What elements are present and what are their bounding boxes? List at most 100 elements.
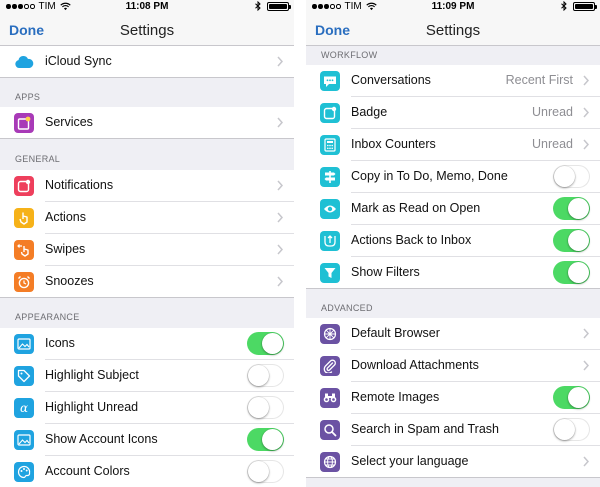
settings-screen-left: TIM 11:08 PM Done Settings iCloud Sync A… — [0, 0, 294, 487]
status-time: 11:08 PM — [125, 1, 169, 12]
return-arrow-icon — [320, 231, 340, 251]
row-value: Recent First — [505, 73, 573, 87]
alarm-clock-icon — [14, 272, 34, 292]
section-header-workflow: WORKFLOW — [321, 50, 378, 60]
copy-in-todo-toggle[interactable] — [553, 165, 590, 188]
chevron-right-icon — [583, 360, 589, 371]
notification-icon — [14, 176, 34, 196]
chevron-right-icon — [277, 276, 283, 287]
row-label: Select your language — [351, 454, 469, 468]
calculator-icon — [320, 135, 340, 155]
row-label: Highlight Unread — [45, 400, 139, 414]
row-label: Swipes — [45, 242, 86, 256]
magnifier-icon — [320, 420, 340, 440]
row-value: Unread — [532, 105, 573, 119]
conversations-row[interactable]: Conversations Recent First — [306, 65, 600, 97]
bluetooth-icon — [561, 1, 567, 11]
snoozes-row[interactable]: Snoozes — [0, 266, 294, 298]
select-language-row[interactable]: Select your language — [306, 446, 600, 478]
status-time: 11:09 PM — [431, 1, 475, 12]
settings-list: iCloud Sync APPS Services GENERAL Notifi… — [0, 46, 294, 487]
row-label: Snoozes — [45, 274, 94, 288]
chevron-right-icon — [277, 117, 283, 128]
actions-back-to-inbox-toggle[interactable] — [553, 229, 590, 252]
mark-as-read-toggle[interactable] — [553, 197, 590, 220]
image-icon — [14, 430, 34, 450]
account-colors-row: Account Colors — [0, 456, 294, 487]
badge-row[interactable]: Badge Unread — [306, 97, 600, 129]
image-icon — [14, 334, 34, 354]
row-label: Notifications — [45, 178, 114, 192]
services-row[interactable]: Services — [0, 107, 294, 139]
chevron-right-icon — [277, 212, 283, 223]
status-bar: TIM 11:09 PM — [306, 0, 600, 14]
search-spam-trash-toggle[interactable] — [553, 418, 590, 441]
section-header-general: GENERAL — [15, 154, 61, 164]
notifications-row[interactable]: Notifications — [0, 170, 294, 202]
show-account-icons-toggle[interactable] — [247, 428, 284, 451]
download-attachments-row[interactable]: Download Attachments — [306, 350, 600, 382]
icons-row: Icons — [0, 328, 294, 360]
account-colors-toggle[interactable] — [247, 460, 284, 483]
row-label: Remote Images — [351, 390, 440, 404]
paperclip-icon — [320, 356, 340, 376]
row-label: Search in Spam and Trash — [351, 422, 499, 436]
actions-row[interactable]: Actions — [0, 202, 294, 234]
show-filters-row: Show Filters — [306, 257, 600, 289]
globe-icon — [320, 452, 340, 472]
search-spam-trash-row: Search in Spam and Trash — [306, 414, 600, 446]
row-value: Unread — [532, 137, 573, 151]
settings-list: WORKFLOW Conversations Recent First Badg… — [306, 46, 600, 487]
section-header-apps: APPS — [15, 92, 41, 102]
navigation-bar: Done Settings — [0, 14, 294, 46]
binoculars-icon — [320, 388, 340, 408]
remote-images-row: Remote Images — [306, 382, 600, 414]
row-label: Services — [45, 115, 93, 129]
icloud-sync-row[interactable]: iCloud Sync — [0, 46, 294, 78]
row-label: Actions — [45, 210, 86, 224]
compass-icon — [320, 324, 340, 344]
show-account-icons-row: Show Account Icons — [0, 424, 294, 456]
bluetooth-icon — [255, 1, 261, 11]
status-bar: TIM 11:08 PM — [0, 0, 294, 14]
eye-icon — [320, 199, 340, 219]
badge-icon — [320, 103, 340, 123]
highlight-unread-toggle[interactable] — [247, 396, 284, 419]
chevron-right-icon — [277, 244, 283, 255]
row-label: Download Attachments — [351, 358, 479, 372]
row-label: Highlight Subject — [45, 368, 139, 382]
row-label: iCloud Sync — [45, 54, 112, 68]
mark-as-read-row: Mark as Read on Open — [306, 193, 600, 225]
chevron-right-icon — [583, 139, 589, 150]
chevron-right-icon — [583, 75, 589, 86]
services-icon — [14, 113, 34, 133]
screenshot-frame: TIM 11:08 PM Done Settings iCloud Sync A… — [0, 0, 600, 487]
chevron-right-icon — [277, 180, 283, 191]
settings-screen-right: TIM 11:09 PM Done Settings WORKFLOW Conv… — [306, 0, 600, 487]
icons-toggle[interactable] — [247, 332, 284, 355]
show-filters-toggle[interactable] — [553, 261, 590, 284]
screenshot-divider — [294, 0, 306, 487]
highlight-subject-row: Highlight Subject — [0, 360, 294, 392]
row-label: Copy in To Do, Memo, Done — [351, 169, 508, 183]
row-label: Show Filters — [351, 265, 420, 279]
battery-icon — [573, 1, 597, 11]
default-browser-row[interactable]: Default Browser — [306, 318, 600, 350]
inbox-counters-row[interactable]: Inbox Counters Unread — [306, 129, 600, 161]
row-label: Mark as Read on Open — [351, 201, 481, 215]
row-label: Badge — [351, 105, 388, 119]
highlight-subject-toggle[interactable] — [247, 364, 284, 387]
chevron-right-icon — [583, 328, 589, 339]
row-label: Conversations — [351, 73, 431, 87]
actions-back-to-inbox-row: Actions Back to Inbox — [306, 225, 600, 257]
page-title: Settings — [119, 22, 175, 39]
highlight-unread-row: α Highlight Unread — [0, 392, 294, 424]
svg-text:α: α — [20, 401, 28, 415]
chevron-right-icon — [583, 107, 589, 118]
remote-images-toggle[interactable] — [553, 386, 590, 409]
swipes-row[interactable]: Swipes — [0, 234, 294, 266]
chevron-right-icon — [277, 56, 283, 67]
tag-icon — [14, 366, 34, 386]
palette-icon — [14, 462, 34, 482]
row-label: Show Account Icons — [45, 432, 158, 446]
